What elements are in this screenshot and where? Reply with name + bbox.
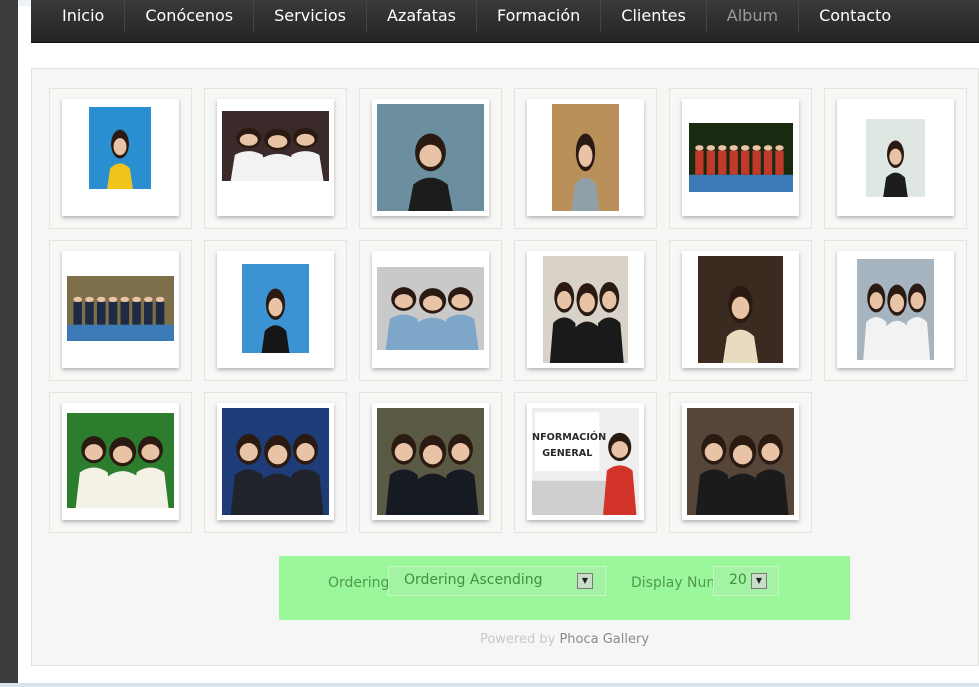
- gallery-photo[interactable]: [222, 111, 329, 181]
- nav-item-conocenos[interactable]: Conócenos: [125, 0, 255, 32]
- gallery-photo[interactable]: [67, 413, 174, 508]
- gallery-thumbnail[interactable]: [527, 99, 644, 216]
- nav-item-contacto[interactable]: Contacto: [799, 0, 911, 32]
- gallery-thumbnail-cell: [359, 392, 502, 533]
- gallery-thumbnail[interactable]: [62, 403, 179, 520]
- ordering-select-value: Ordering Ascending: [404, 572, 543, 588]
- gallery-thumbnail-cell: [49, 88, 192, 229]
- gallery-photo[interactable]: INFORMACIÓN GENERAL: [532, 408, 639, 515]
- gallery-thumbnail-cell: [204, 392, 347, 533]
- nav-item-inicio[interactable]: Inicio: [31, 0, 126, 32]
- gallery-thumbnail[interactable]: [682, 99, 799, 216]
- sign-text: GENERAL: [542, 448, 592, 459]
- gallery-thumbnail-cell: [824, 88, 967, 229]
- powered-by-footer: Powered by Phoca Gallery: [0, 632, 979, 647]
- gallery-thumbnail[interactable]: [682, 403, 799, 520]
- gallery-thumbnail[interactable]: [372, 403, 489, 520]
- gallery-thumbnail[interactable]: [62, 99, 179, 216]
- nav-item-album[interactable]: Album: [707, 0, 800, 32]
- gallery-photo[interactable]: [377, 267, 484, 350]
- nav-item-servicios[interactable]: Servicios: [254, 0, 367, 32]
- gallery-thumbnail-cell: [204, 240, 347, 381]
- gallery-thumbnail-cell: [204, 88, 347, 229]
- sign-text: INFORMACIÓN: [532, 430, 606, 443]
- gallery-controls-bar: Ordering Ordering Ascending ▼ Display Nu…: [279, 556, 850, 620]
- display-num-label: Display Num: [631, 575, 721, 591]
- display-num-select-value: 20: [729, 572, 747, 588]
- powered-by-prefix: Powered by: [479, 632, 556, 647]
- chevron-down-icon[interactable]: ▼: [577, 573, 593, 589]
- gallery-photo[interactable]: [552, 104, 619, 211]
- gallery-thumbnail-cell: [669, 392, 812, 533]
- gallery-thumbnail[interactable]: [837, 99, 954, 216]
- gallery-thumbnail-cell: [514, 240, 657, 381]
- gallery-thumbnail-cell: [514, 88, 657, 229]
- gallery-thumbnail[interactable]: [837, 251, 954, 368]
- gallery-thumbnail[interactable]: [217, 251, 334, 368]
- gallery-thumbnail-cell: [669, 240, 812, 381]
- page-left-edge: [0, 0, 18, 687]
- gallery-thumbnail-cell: [824, 240, 967, 381]
- gallery-thumbnail-cell: [359, 88, 502, 229]
- browser-bottom-strip: [0, 683, 979, 687]
- gallery-photo[interactable]: [698, 256, 783, 363]
- gallery-photo[interactable]: [687, 408, 794, 515]
- gallery-thumbnail-cell: INFORMACIÓN GENERAL: [514, 392, 657, 533]
- gallery-thumbnail[interactable]: INFORMACIÓN GENERAL: [527, 403, 644, 520]
- gallery-thumbnail[interactable]: [527, 251, 644, 368]
- gallery-photo[interactable]: [377, 104, 484, 211]
- gallery-thumbnail-cell: [359, 240, 502, 381]
- display-num-select[interactable]: 20 ▼: [713, 566, 779, 596]
- ordering-select[interactable]: Ordering Ascending ▼: [388, 566, 606, 596]
- gallery-photo[interactable]: [377, 408, 484, 515]
- gallery-thumbnail[interactable]: [62, 251, 179, 368]
- nav-item-formacion[interactable]: Formación: [477, 0, 602, 32]
- gallery-photo[interactable]: [222, 408, 329, 515]
- nav-item-clientes[interactable]: Clientes: [601, 0, 707, 32]
- ordering-label: Ordering: [328, 575, 390, 591]
- main-navigation: Inicio Conócenos Servicios Azafatas Form…: [31, 0, 979, 43]
- gallery-thumbnail-cell: [49, 240, 192, 381]
- gallery-thumbnail[interactable]: [372, 99, 489, 216]
- gallery-photo[interactable]: [67, 276, 174, 341]
- gallery-photo[interactable]: [866, 119, 925, 197]
- gallery-thumbnail[interactable]: [372, 251, 489, 368]
- gallery-photo[interactable]: [857, 259, 934, 360]
- gallery-photo[interactable]: [543, 256, 628, 363]
- phoca-gallery-link[interactable]: Phoca Gallery: [559, 632, 649, 647]
- gallery-thumbnail[interactable]: [217, 99, 334, 216]
- nav-item-azafatas[interactable]: Azafatas: [367, 0, 477, 32]
- gallery-photo[interactable]: [242, 264, 309, 353]
- chevron-down-icon[interactable]: ▼: [751, 573, 767, 589]
- gallery-thumbnail[interactable]: [682, 251, 799, 368]
- gallery-thumbnail-cell: [669, 88, 812, 229]
- gallery-photo[interactable]: [689, 123, 793, 192]
- gallery-thumbnail[interactable]: [217, 403, 334, 520]
- gallery-photo[interactable]: [89, 107, 151, 189]
- gallery-thumbnail-cell: [49, 392, 192, 533]
